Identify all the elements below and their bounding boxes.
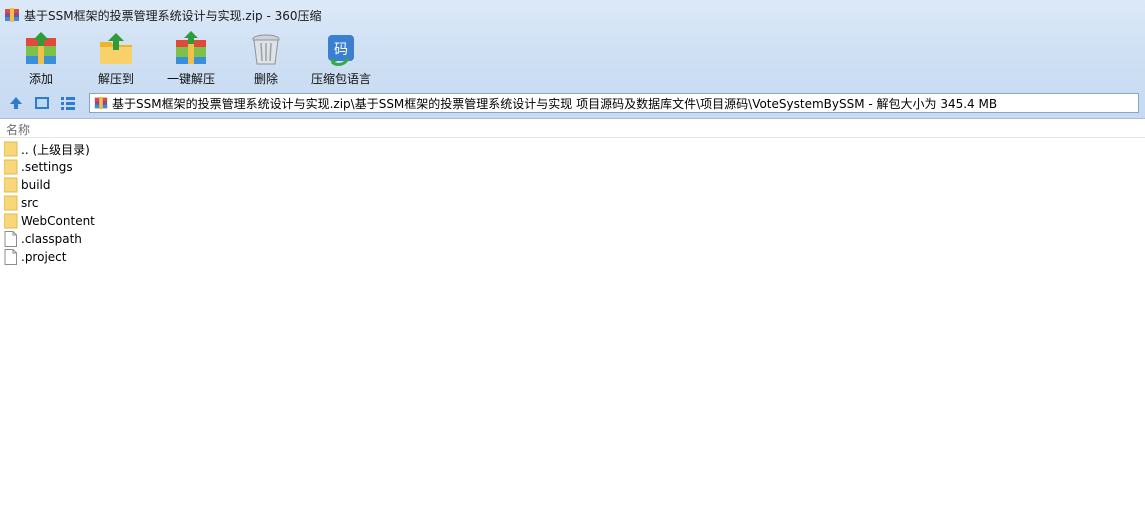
thumbnail-view-icon[interactable] — [32, 93, 52, 113]
title-bar: 基于SSM框架的投票管理系统设计与实现.zip - 360压缩 — [0, 0, 1145, 30]
up-arrow-icon[interactable] — [6, 93, 26, 113]
delete-button[interactable]: 删除 — [231, 30, 301, 88]
column-header-name[interactable]: 名称 — [0, 119, 1145, 138]
folder-icon — [4, 195, 18, 211]
column-header-label: 名称 — [6, 123, 31, 137]
address-bar: 基于SSM框架的投票管理系统设计与实现.zip\基于SSM框架的投票管理系统设计… — [0, 90, 1145, 116]
extract-to-button-label: 解压到 — [97, 72, 134, 86]
list-item-name: build — [21, 178, 51, 192]
quick-extract-button-label: 一键解压 — [166, 72, 215, 86]
svg-text:码: 码 — [334, 42, 348, 58]
extract-to-button[interactable]: 解压到 — [81, 30, 151, 88]
list-item[interactable]: .. (上级目录) — [0, 140, 1145, 158]
window-title: 基于SSM框架的投票管理系统设计与实现.zip - 360压缩 — [24, 8, 322, 23]
file-icon — [4, 231, 17, 247]
add-archive-icon — [26, 32, 56, 64]
folder-icon — [4, 159, 18, 175]
list-item-name: .classpath — [21, 232, 82, 246]
list-item-name: .project — [21, 250, 67, 264]
list-item[interactable]: build — [0, 176, 1145, 194]
path-field[interactable]: 基于SSM框架的投票管理系统设计与实现.zip\基于SSM框架的投票管理系统设计… — [89, 93, 1139, 113]
file-icon — [4, 249, 17, 265]
list-item[interactable]: .settings — [0, 158, 1145, 176]
list-item-name: .. (上级目录) — [21, 142, 90, 157]
add-button[interactable]: 添加 — [6, 30, 76, 88]
path-text: 基于SSM框架的投票管理系统设计与实现.zip\基于SSM框架的投票管理系统设计… — [112, 96, 998, 111]
archive-language-button[interactable]: 码 压缩包语言 — [306, 30, 376, 88]
app-window: 基于SSM框架的投票管理系统设计与实现.zip - 360压缩 添加 解压到 一… — [0, 0, 1145, 530]
trash-can-icon — [252, 34, 280, 65]
list-item[interactable]: src — [0, 194, 1145, 212]
archive-small-icon — [94, 96, 108, 110]
list-item-name: WebContent — [21, 214, 95, 228]
folder-icon — [4, 177, 18, 193]
list-item[interactable]: .classpath — [0, 230, 1145, 248]
quick-extract-button[interactable]: 一键解压 — [156, 30, 226, 88]
list-view-icon[interactable] — [58, 93, 78, 113]
list-item-name: .settings — [21, 160, 73, 174]
window-chrome: 基于SSM框架的投票管理系统设计与实现.zip - 360压缩 添加 解压到 一… — [0, 0, 1145, 119]
list-item-name: src — [21, 196, 39, 210]
extract-to-icon — [100, 33, 132, 64]
quick-extract-icon — [176, 31, 206, 64]
add-button-label: 添加 — [28, 72, 53, 86]
toolbar: 添加 解压到 一键解压 删除 码 压缩包语言 — [0, 30, 1145, 88]
folder-icon — [4, 213, 18, 229]
delete-button-label: 删除 — [253, 72, 278, 86]
folder-icon — [4, 141, 18, 157]
list-item[interactable]: WebContent — [0, 212, 1145, 230]
archive-language-icon: 码 — [328, 35, 354, 67]
archive-app-icon — [5, 8, 19, 22]
list-item[interactable]: .project — [0, 248, 1145, 266]
file-list: .. (上级目录) .settings build src WebContent — [0, 140, 1145, 266]
archive-language-button-label: 压缩包语言 — [310, 72, 371, 86]
